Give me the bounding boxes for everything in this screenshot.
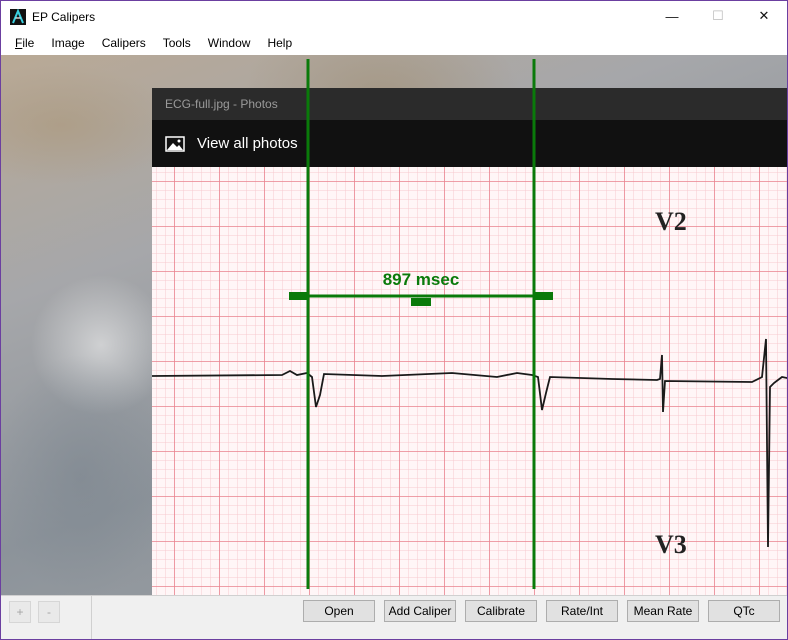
- caliper-left-handle: [289, 292, 307, 300]
- menu-bar: File Image Calipers Tools Window Help: [1, 32, 787, 55]
- app-logo-icon: [10, 8, 26, 25]
- open-button[interactable]: Open: [303, 600, 375, 622]
- rate-int-button[interactable]: Rate/Int: [546, 600, 618, 622]
- menu-image[interactable]: Image: [43, 32, 93, 55]
- caliper-right-handle: [535, 292, 553, 300]
- app-window: EP Calipers — ☐ ✕ File Image Calipers To…: [0, 0, 788, 640]
- caliper-overlay[interactable]: 897 msec: [1, 55, 787, 595]
- caliper-center-handle: [411, 298, 431, 306]
- close-button[interactable]: ✕: [741, 1, 787, 31]
- menu-file[interactable]: File: [7, 32, 43, 55]
- menu-tools[interactable]: Tools: [155, 32, 200, 55]
- toolbar-divider: [91, 596, 92, 639]
- calibrate-button[interactable]: Calibrate: [465, 600, 537, 622]
- window-title: EP Calipers: [32, 9, 96, 24]
- minimize-icon: —: [665, 8, 679, 24]
- add-caliper-button[interactable]: Add Caliper: [384, 600, 456, 622]
- title-bar[interactable]: EP Calipers — ☐ ✕: [1, 1, 787, 32]
- menu-help[interactable]: Help: [259, 32, 301, 55]
- maximize-icon: ☐: [712, 8, 724, 23]
- menu-calipers[interactable]: Calipers: [94, 32, 155, 55]
- qtc-button[interactable]: QTc: [708, 600, 780, 622]
- caliper-measurement: 897 msec: [383, 270, 460, 289]
- menu-window[interactable]: Window: [200, 32, 260, 55]
- bottom-toolbar: + - Open Add Caliper Calibrate Rate/Int …: [1, 595, 787, 639]
- image-canvas[interactable]: ECG-full.jpg - Photos View all photos V2…: [1, 55, 787, 595]
- maximize-button[interactable]: ☐: [695, 1, 741, 31]
- mean-rate-button[interactable]: Mean Rate: [627, 600, 699, 622]
- minimize-button[interactable]: —: [649, 1, 695, 31]
- zoom-out-button[interactable]: -: [38, 601, 60, 623]
- zoom-in-button[interactable]: +: [9, 601, 31, 623]
- close-icon: ✕: [758, 8, 770, 23]
